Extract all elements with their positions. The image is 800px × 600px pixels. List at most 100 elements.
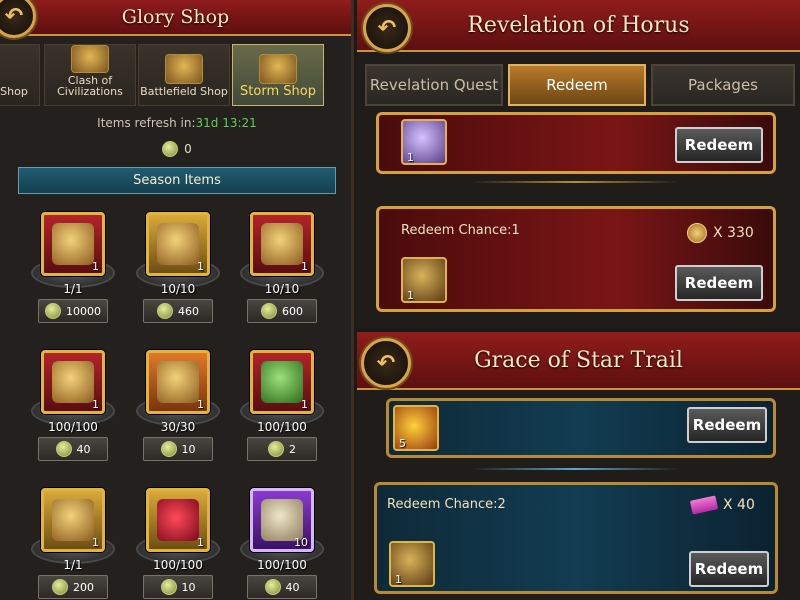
redeem-button[interactable]: Redeem <box>689 551 769 587</box>
purple-gem-icon: 1 <box>401 119 447 165</box>
item-count: 1 <box>407 151 414 164</box>
item-count: 1 <box>197 398 204 411</box>
tab-label: Storm Shop <box>240 84 316 99</box>
tab-packages[interactable]: Packages <box>651 64 795 106</box>
glory-coin-icon <box>268 441 284 457</box>
redeem-button[interactable]: Redeem <box>675 127 763 163</box>
glory-coin-icon <box>261 303 277 319</box>
winged-heart-icon: 1 <box>146 488 210 552</box>
buy-button[interactable]: 40 <box>247 575 317 599</box>
item-price: 10 <box>181 580 196 594</box>
redeem-button-label: Redeem <box>692 416 762 434</box>
buy-button[interactable]: 10000 <box>38 299 108 323</box>
cost-amount: X 330 <box>713 225 754 241</box>
item-price: 40 <box>76 442 91 456</box>
item-count: 1 <box>197 260 204 273</box>
item-count: 1 <box>92 260 99 273</box>
purple-scroll-icon: 10 <box>250 488 314 552</box>
scroll-puzzle-icon: 1 <box>146 350 210 414</box>
buy-button[interactable]: 460 <box>143 299 213 323</box>
treasure-chest-icon: 1 <box>41 212 105 276</box>
scroll-shield-icon: 1 <box>389 541 435 587</box>
item-stock: 100/100 <box>257 558 307 572</box>
glory-shop-panel: Glory Shop ↶ Shop Clash of Civilizations… <box>0 0 354 600</box>
gold-coin-icon <box>687 223 707 243</box>
buy-button[interactable]: 40 <box>38 437 108 461</box>
item-count: 1 <box>197 536 204 549</box>
refresh-timer: Items refresh in:31d 13:21 <box>0 116 351 130</box>
glory-coin-icon <box>160 441 177 457</box>
back-arrow-icon[interactable]: ↶ <box>363 4 411 52</box>
scales-emblem-icon <box>165 54 203 84</box>
buy-button[interactable]: 200 <box>38 575 108 599</box>
item-stock: 100/100 <box>257 420 307 434</box>
horus-title: Revelation of Horus <box>467 12 690 38</box>
buy-button[interactable]: 10 <box>143 575 213 599</box>
divider <box>470 468 680 470</box>
item-count: 10 <box>294 536 308 549</box>
item-price: 10000 <box>66 304 101 318</box>
item-price: 600 <box>282 304 303 318</box>
item-count: 1 <box>92 398 99 411</box>
item-price: 200 <box>73 580 94 594</box>
divider <box>470 181 680 183</box>
tab-label: Revelation Quest <box>369 76 499 94</box>
buy-button[interactable]: 600 <box>247 299 317 323</box>
pink-ticket-icon <box>689 495 719 515</box>
item-stock: 10/10 <box>160 282 196 296</box>
currency-amount: 0 <box>184 142 192 156</box>
glory-coin-icon <box>52 579 68 595</box>
grace-titlebar: Grace of Star Trail <box>357 332 800 390</box>
redeem-card: 1 Redeem <box>376 112 776 174</box>
back-arrow-icon[interactable]: ↶ <box>361 338 411 388</box>
glory-coin-icon <box>264 579 281 595</box>
star-emblem-icon: 1 <box>250 212 314 276</box>
item-count: 5 <box>399 437 406 450</box>
redeem-button-label: Redeem <box>684 136 754 154</box>
tab-label: Packages <box>688 76 758 94</box>
flame-drop-icon: 5 <box>393 405 439 451</box>
item-price: 10 <box>181 442 196 456</box>
redeem-card: Redeem Chance:2 X 40 1 Redeem <box>374 482 778 594</box>
tab-label: Shop <box>0 85 28 98</box>
redeem-cost: X 330 <box>687 223 754 243</box>
redeem-cost: X 40 <box>689 495 755 515</box>
tab-storm-shop[interactable]: Storm Shop <box>232 44 324 106</box>
item-stock: 1/1 <box>63 282 83 296</box>
tab-battlefield-shop[interactable]: Battlefield Shop <box>138 44 230 106</box>
glory-coin-icon <box>45 303 61 319</box>
tab-redeem[interactable]: Redeem <box>508 64 646 106</box>
redeem-button[interactable]: Redeem <box>675 265 763 301</box>
redeem-card: 5 Redeem <box>386 398 776 458</box>
section-header-season-items: Season Items <box>18 167 336 194</box>
glory-coin-icon <box>162 141 179 157</box>
shop-tabs: Shop Clash of Civilizations Battlefield … <box>0 44 351 106</box>
tab-label: Battlefield Shop <box>140 85 228 98</box>
item-count: 1 <box>92 536 99 549</box>
red-chest-icon: 1 <box>41 350 105 414</box>
tab-revelation-quest[interactable]: Revelation Quest <box>365 64 503 106</box>
refresh-time: 31d 13:21 <box>195 116 257 130</box>
scroll-shield-icon: 1 <box>401 257 447 303</box>
cost-amount: X 40 <box>723 497 755 513</box>
buy-button[interactable]: 10 <box>143 437 213 461</box>
item-stock: 30/30 <box>160 420 196 434</box>
redeem-card: Redeem Chance:1 X 330 1 Redeem <box>376 206 776 312</box>
glory-coin-icon <box>55 441 72 457</box>
item-stock: 1/1 <box>63 558 83 572</box>
redeem-button[interactable]: Redeem <box>687 407 767 443</box>
redeem-chance: Redeem Chance:1 <box>401 223 520 238</box>
item-count: 1 <box>301 260 308 273</box>
buy-button[interactable]: 2 <box>247 437 317 461</box>
grace-title: Grace of Star Trail <box>474 347 683 373</box>
horus-titlebar: Revelation of Horus <box>357 0 800 52</box>
tab-shop[interactable]: Shop <box>0 44 40 106</box>
refresh-label: Items refresh in: <box>97 116 196 130</box>
glory-shop-titlebar: Glory Shop <box>0 0 351 36</box>
tab-clash-of-civilizations[interactable]: Clash of Civilizations <box>44 44 136 106</box>
item-count: 1 <box>407 289 414 302</box>
item-price: 40 <box>285 580 300 594</box>
glory-coin-icon <box>157 303 173 319</box>
green-dragon-icon: 1 <box>250 350 314 414</box>
item-price: 460 <box>178 304 199 318</box>
